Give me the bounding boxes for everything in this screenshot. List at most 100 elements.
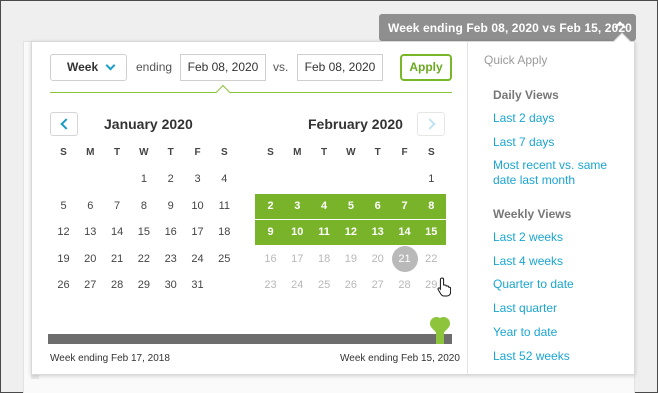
range-controls: Week ending Feb 08, 2020 vs. Feb 08, 202… <box>50 54 452 82</box>
weekday-header: S <box>220 147 228 158</box>
day-cell[interactable]: 14 <box>104 220 131 245</box>
day-cell[interactable]: 23 <box>157 247 184 272</box>
quick-apply-heading: Quick Apply <box>484 53 548 67</box>
daily-views-heading: Daily Views <box>493 88 559 102</box>
day-cell[interactable]: 10 <box>284 220 311 245</box>
left-month-title: January 2020 <box>104 116 193 132</box>
ending-date-input[interactable]: Feb 08, 2020 <box>180 54 266 81</box>
day-cell[interactable]: 3 <box>184 167 211 192</box>
weekday-header: T <box>321 147 328 158</box>
apply-button[interactable]: Apply <box>400 54 452 81</box>
day-cell[interactable]: 12 <box>50 220 77 245</box>
day-cell[interactable]: 28 <box>104 273 131 298</box>
day-cell[interactable]: 26 <box>50 273 77 298</box>
quick-link-last-7-days[interactable]: Last 7 days <box>493 135 633 150</box>
day-cell[interactable]: 13 <box>77 220 104 245</box>
day-cell[interactable]: 18 <box>211 220 238 245</box>
day-cell[interactable]: 6 <box>77 194 104 219</box>
day-cell[interactable]: 6 <box>364 194 391 219</box>
quick-link-quarter-to-date[interactable]: Quarter to date <box>493 277 633 292</box>
day-cell[interactable]: 7 <box>104 194 131 219</box>
day-cell[interactable]: 2 <box>157 167 184 192</box>
day-cell[interactable]: 22 <box>130 247 157 272</box>
day-cell[interactable]: 29 <box>130 273 157 298</box>
day-cell[interactable]: 22 <box>418 247 445 272</box>
quick-link-last-quarter[interactable]: Last quarter <box>493 301 633 316</box>
day-cell[interactable]: 9 <box>257 220 284 245</box>
vs-label: vs. <box>273 60 289 74</box>
ending-label: ending <box>136 60 173 74</box>
day-cell[interactable]: 2 <box>257 194 284 219</box>
weekday-header: W <box>139 147 149 158</box>
date-picker-popover: Week ending Feb 08, 2020 vs. Feb 08, 202… <box>31 32 635 375</box>
day-cell[interactable]: 4 <box>211 167 238 192</box>
timeline-track[interactable] <box>48 334 452 344</box>
day-cell[interactable]: 11 <box>311 220 338 245</box>
day-cell[interactable]: 15 <box>130 220 157 245</box>
day-cell[interactable]: 11 <box>211 194 238 219</box>
day-cell[interactable]: 21 <box>104 247 131 272</box>
day-cell[interactable]: 20 <box>77 247 104 272</box>
quick-link-same-date-last-month[interactable]: Most recent vs. same date last month <box>493 158 633 188</box>
day-cell[interactable]: 24 <box>184 247 211 272</box>
day-cell[interactable]: 7 <box>391 194 418 219</box>
date-range-toggle-button[interactable]: Week ending Feb 08, 2020 vs Feb 15, 2020 <box>379 14 636 41</box>
day-cell[interactable]: 24 <box>284 273 311 298</box>
day-cell[interactable]: 12 <box>337 220 364 245</box>
day-cell[interactable]: 25 <box>311 273 338 298</box>
date-range-toggle-label: Week ending Feb 08, 2020 vs Feb 15, 2020 <box>388 20 632 35</box>
day-cell[interactable]: 14 <box>391 220 418 245</box>
day-cell[interactable]: 19 <box>337 247 364 272</box>
chevron-right-icon <box>424 118 436 130</box>
timeline-end-label: Week ending Feb 15, 2020 <box>340 353 460 364</box>
day-cell[interactable]: 5 <box>337 194 364 219</box>
day-cell[interactable]: 17 <box>184 220 211 245</box>
timeline-handle-stem <box>435 327 444 344</box>
next-month-button[interactable] <box>417 112 445 136</box>
day-cell[interactable]: 19 <box>50 247 77 272</box>
day-cell[interactable]: 1 <box>418 167 445 192</box>
day-cell[interactable]: 10 <box>184 194 211 219</box>
weekday-header: M <box>86 147 95 158</box>
quick-link-year-to-date[interactable]: Year to date <box>493 325 633 340</box>
day-cell[interactable]: 27 <box>77 273 104 298</box>
previous-month-button[interactable] <box>50 112 78 136</box>
quick-link-last-52-weeks[interactable]: Last 52 weeks <box>493 349 633 364</box>
day-cell[interactable]: 1 <box>130 167 157 192</box>
day-cell[interactable]: 16 <box>157 220 184 245</box>
day-cell[interactable]: 17 <box>284 247 311 272</box>
weekday-header: S <box>267 147 274 158</box>
day-cell[interactable]: 5 <box>50 194 77 219</box>
day-cell[interactable]: 8 <box>418 194 445 219</box>
day-cell[interactable]: 31 <box>184 273 211 298</box>
day-cell[interactable]: 27 <box>364 273 391 298</box>
weekday-header: F <box>401 147 408 158</box>
weekday-header: S <box>427 147 435 158</box>
day-cell[interactable]: 25 <box>211 247 238 272</box>
day-cell[interactable]: 9 <box>157 194 184 219</box>
day-cell[interactable]: 13 <box>364 220 391 245</box>
day-cell[interactable]: 4 <box>311 194 338 219</box>
comparison-date-input[interactable]: Feb 08, 2020 <box>297 54 383 81</box>
quick-link-last-2-weeks[interactable]: Last 2 weeks <box>493 230 633 245</box>
quick-link-last-4-weeks[interactable]: Last 4 weeks <box>493 254 633 269</box>
weekday-header: M <box>293 147 302 158</box>
weekday-header: T <box>167 147 174 158</box>
period-select-value: Week <box>67 60 99 74</box>
day-cell[interactable]: 20 <box>364 247 391 272</box>
day-cell[interactable]: 8 <box>130 194 157 219</box>
day-cell[interactable]: 23 <box>257 273 284 298</box>
day-cell-today[interactable]: 21 <box>391 247 418 272</box>
period-select[interactable]: Week <box>50 54 127 81</box>
chevron-left-icon <box>60 118 72 130</box>
day-cell[interactable]: 16 <box>257 247 284 272</box>
day-cell[interactable]: 18 <box>311 247 338 272</box>
quick-link-last-2-days[interactable]: Last 2 days <box>493 111 633 126</box>
day-cell[interactable]: 15 <box>418 220 445 245</box>
timeline-handle[interactable] <box>427 314 453 344</box>
day-cell[interactable]: 3 <box>284 194 311 219</box>
day-cell[interactable]: 28 <box>391 273 418 298</box>
weekday-header: T <box>374 147 381 158</box>
day-cell[interactable]: 26 <box>337 273 364 298</box>
day-cell[interactable]: 30 <box>157 273 184 298</box>
